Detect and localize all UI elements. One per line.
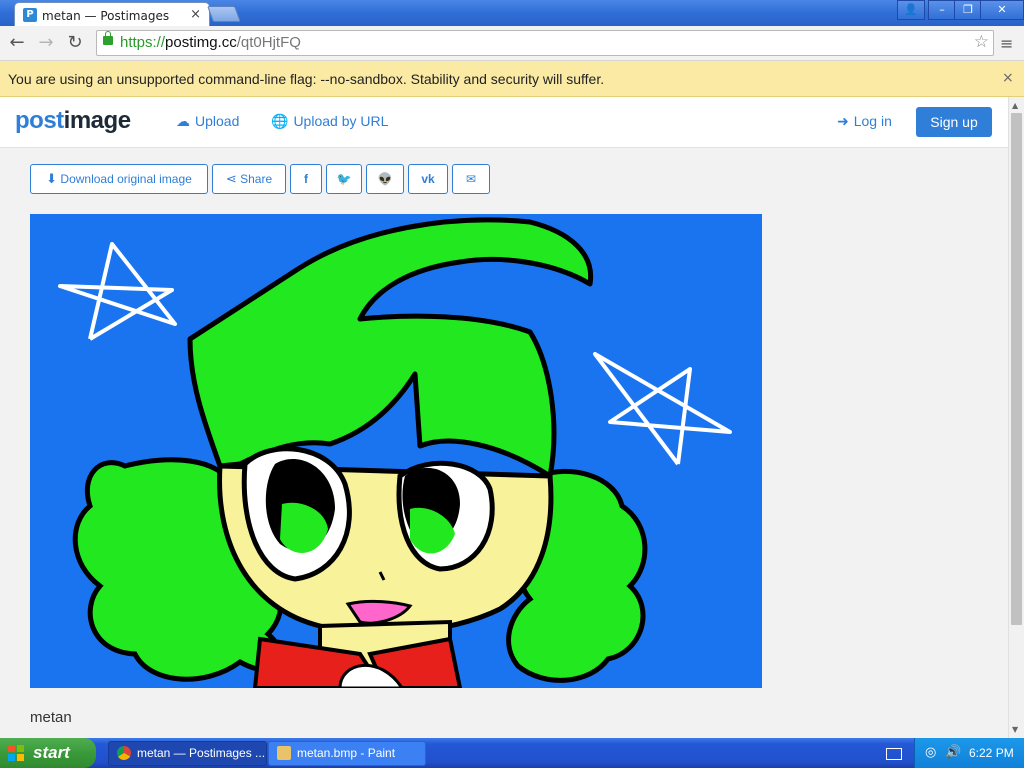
bookmark-star-icon[interactable]: ☆: [974, 32, 989, 52]
secure-lock-icon: [103, 31, 113, 45]
start-button[interactable]: start: [0, 738, 96, 768]
new-tab-button[interactable]: [207, 6, 241, 22]
restore-button[interactable]: ❐: [954, 0, 982, 20]
site-header: postimage ☁ Upload 🌐 Upload by URL ➜ Log in…: [0, 97, 1008, 148]
login-link[interactable]: ➜ Log in: [837, 113, 892, 130]
page-scrollbar[interactable]: ▲ ▼: [1008, 97, 1024, 738]
email-share-button[interactable]: ✉: [452, 164, 490, 194]
scroll-down-icon[interactable]: ▼: [1012, 725, 1018, 734]
chrome-icon: [117, 746, 131, 760]
upload-by-url-link[interactable]: 🌐 Upload by URL: [271, 113, 388, 130]
metan-drawing: [30, 214, 762, 688]
forward-arrow-icon[interactable]: →: [35, 32, 57, 54]
clock[interactable]: 6:22 PM: [969, 746, 1014, 760]
taskbar-item-chrome[interactable]: metan — Postimages ...: [108, 741, 267, 766]
tab-title: metan — Postimages: [42, 9, 170, 23]
globe-icon: 🌐: [271, 113, 289, 129]
vk-share-button[interactable]: vk: [408, 164, 448, 194]
reddit-icon: 👽: [377, 172, 393, 186]
address-bar[interactable]: https://postimg.cc/qt0HjtFQ ☆: [96, 30, 994, 56]
sign-in-icon: ➜: [837, 113, 849, 129]
network-icon[interactable]: ◎: [925, 745, 936, 760]
windows-flag-icon: [8, 745, 24, 761]
vk-icon: vk: [421, 172, 435, 186]
postimages-favicon-icon: P: [23, 8, 37, 22]
infobar-close-icon[interactable]: ×: [1002, 70, 1014, 86]
back-arrow-icon[interactable]: ←: [6, 32, 28, 54]
browser-menu-icon[interactable]: ≡: [1000, 34, 1013, 53]
paint-icon: [277, 746, 291, 760]
image-caption: metan: [30, 709, 72, 726]
download-original-button[interactable]: ⬇ Download original image: [30, 164, 208, 194]
scrollbar-thumb[interactable]: [1011, 113, 1022, 625]
browser-tab[interactable]: P metan — Postimages ×: [14, 2, 210, 27]
facebook-icon: f: [304, 172, 308, 186]
scroll-up-icon[interactable]: ▲: [1012, 101, 1018, 110]
sandbox-warning-infobar: You are using an unsupported command-lin…: [0, 61, 1024, 97]
envelope-icon: ✉: [465, 172, 477, 186]
profile-icon[interactable]: 👤: [897, 0, 925, 20]
twitter-share-button[interactable]: 🐦: [326, 164, 362, 194]
volume-icon[interactable]: 🔊: [945, 745, 961, 760]
browser-toolbar: ← → ↻ https://postimg.cc/qt0HjtFQ ☆ ≡: [0, 26, 1024, 61]
page-viewport: postimage ☁ Upload 🌐 Upload by URL ➜ Log in…: [0, 97, 1008, 738]
taskbar-item-paint[interactable]: metan.bmp - Paint: [268, 741, 426, 766]
reload-icon[interactable]: ↻: [64, 32, 86, 54]
close-window-button[interactable]: ✕: [980, 0, 1024, 20]
signup-button[interactable]: Sign up: [916, 107, 992, 137]
windows-taskbar: start metan — Postimages ... metan.bmp -…: [0, 738, 1024, 768]
upload-link[interactable]: ☁ Upload: [176, 113, 239, 130]
uploaded-image[interactable]: [30, 214, 762, 688]
reddit-share-button[interactable]: 👽: [366, 164, 404, 194]
url-text[interactable]: https://postimg.cc/qt0HjtFQ: [120, 34, 301, 51]
cloud-upload-icon: ☁: [176, 113, 190, 129]
postimage-logo[interactable]: postimage: [15, 107, 131, 135]
tab-close-icon[interactable]: ×: [190, 7, 201, 22]
share-icon: ⋖: [225, 171, 237, 186]
minimize-button[interactable]: –: [928, 0, 956, 20]
browser-titlebar: P metan — Postimages × 👤 – ❐ ✕: [0, 0, 1024, 27]
system-tray: ◎ 🔊 6:22 PM: [914, 738, 1024, 768]
download-icon: ⬇: [46, 171, 58, 186]
keyboard-icon[interactable]: [886, 748, 902, 760]
infobar-message: You are using an unsupported command-lin…: [8, 71, 605, 87]
share-button[interactable]: ⋖ Share: [212, 164, 286, 194]
twitter-icon: 🐦: [336, 172, 352, 186]
facebook-share-button[interactable]: f: [290, 164, 322, 194]
